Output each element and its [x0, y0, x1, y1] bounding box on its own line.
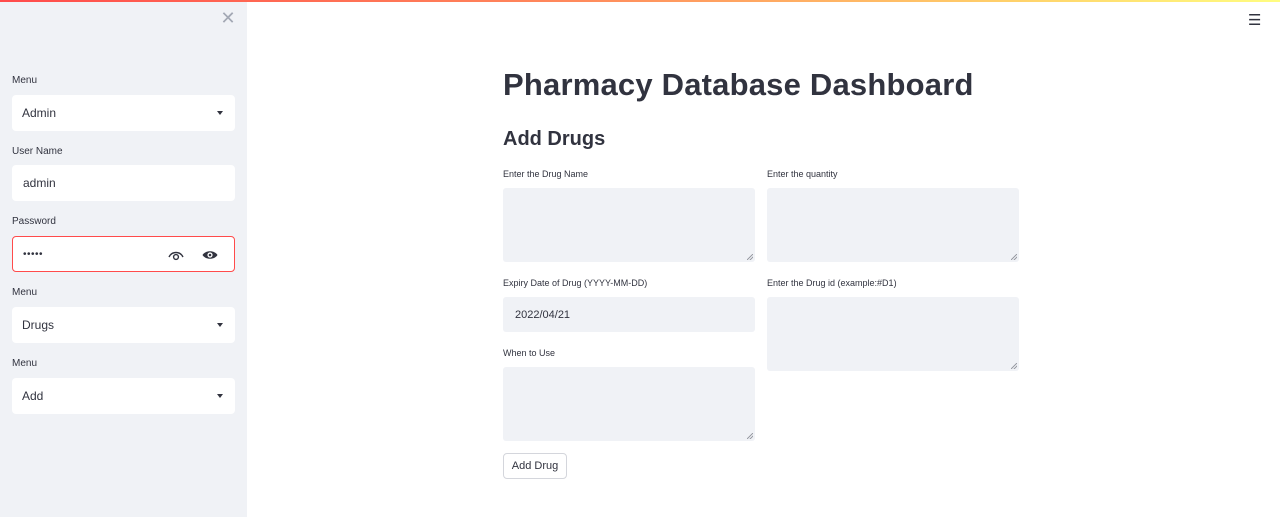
menu-label-2: Menu	[12, 287, 38, 298]
menu-select-section-value: Drugs	[22, 318, 55, 332]
drug-name-label: Enter the Drug Name	[503, 169, 589, 179]
eye-outline-icon[interactable]	[167, 246, 185, 264]
expiry-date-input[interactable]: 2022/04/21	[503, 297, 755, 332]
menu-label-1: Menu	[12, 75, 38, 86]
password-value: •••••	[23, 248, 44, 260]
drug-id-label: Enter the Drug id (example:#D1)	[767, 278, 897, 288]
menu-select-section[interactable]: Drugs	[12, 307, 235, 343]
top-decoration-bar	[0, 0, 1280, 2]
when-to-use-textarea[interactable]	[503, 367, 755, 441]
add-drug-button[interactable]: Add Drug	[503, 453, 567, 479]
username-value: admin	[23, 176, 56, 190]
sidebar: ✕ Menu Admin User Name admin Password ••…	[0, 0, 247, 517]
menu-select-role[interactable]: Admin	[12, 95, 235, 131]
username-field[interactable]: admin	[12, 165, 235, 201]
menu-select-action-value: Add	[22, 389, 44, 403]
hamburger-icon[interactable]: ☰	[1248, 13, 1261, 29]
quantity-label: Enter the quantity	[767, 169, 838, 179]
resize-handle-icon[interactable]	[747, 433, 753, 439]
menu-label-3: Menu	[12, 358, 38, 369]
drug-name-textarea[interactable]	[503, 188, 755, 262]
chevron-down-icon	[217, 323, 223, 327]
menu-select-role-value: Admin	[22, 106, 57, 120]
eye-icon[interactable]	[201, 246, 219, 264]
resize-handle-icon[interactable]	[1011, 254, 1017, 260]
menu-select-action[interactable]: Add	[12, 378, 235, 414]
expiry-date-label: Expiry Date of Drug (YYYY-MM-DD)	[503, 278, 648, 288]
chevron-down-icon	[217, 394, 223, 398]
password-field[interactable]: •••••	[12, 236, 235, 272]
quantity-textarea[interactable]	[767, 188, 1019, 262]
resize-handle-icon[interactable]	[747, 254, 753, 260]
page-title: Pharmacy Database Dashboard	[503, 67, 974, 102]
when-to-use-label: When to Use	[503, 348, 556, 358]
password-label: Password	[12, 216, 56, 227]
close-icon[interactable]: ✕	[219, 9, 237, 27]
drug-id-textarea[interactable]	[767, 297, 1019, 371]
resize-handle-icon[interactable]	[1011, 363, 1017, 369]
expiry-date-value: 2022/04/21	[515, 308, 571, 321]
section-title: Add Drugs	[503, 128, 606, 150]
chevron-down-icon	[217, 111, 223, 115]
username-label: User Name	[12, 146, 63, 157]
